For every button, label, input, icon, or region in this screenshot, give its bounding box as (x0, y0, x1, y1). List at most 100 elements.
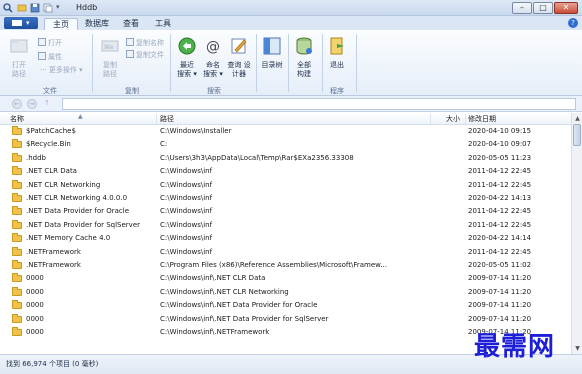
open-icon (38, 38, 46, 46)
table-row[interactable]: .hddb C:\Users\3h3\AppData\Local\Temp\Rar… (0, 152, 571, 165)
row-path: C:\Windows\inf (160, 220, 213, 229)
folder-icon (12, 126, 22, 135)
file-menu-button[interactable]: ▾ (4, 17, 38, 29)
column-header-size[interactable]: 大小 (446, 113, 460, 125)
row-name: 0000 (26, 287, 44, 296)
tab-view[interactable]: 查看 (116, 18, 146, 30)
copy-path-button[interactable]: Wa 复制 路径 (98, 36, 122, 79)
row-name: $Recycle.Bin (26, 140, 71, 149)
table-row[interactable]: .NETFramework C:\Program Files (x86)\Refe… (0, 259, 571, 272)
table-row[interactable]: .NETFramework C:\Windows\inf 2011-04-12 22… (0, 246, 571, 259)
up-arrow-icon[interactable]: ↑ (42, 99, 52, 109)
rebuild-all-button[interactable]: 全部 构建 (290, 36, 318, 79)
directory-tree-icon (263, 37, 281, 55)
search-app-icon (3, 3, 13, 13)
row-name: .NET CLR Data (26, 167, 77, 176)
table-row[interactable]: 0000 C:\Windows\inf\.NET CLR Data 2009-07-… (0, 272, 571, 285)
maximize-button[interactable]: □ (533, 2, 553, 14)
row-path: C:\Windows\inf (160, 247, 213, 256)
row-modified: 2011-04-12 22:45 (468, 247, 532, 256)
list-header: 名称 ▲ 路径 大小 修改日期 (0, 113, 571, 125)
row-modified: 2020-04-22 14:13 (468, 194, 532, 202)
table-row[interactable]: .NET CLR Networking C:\Windows\inf 2011-04… (0, 179, 571, 192)
watermark-text: 最需网 (474, 332, 556, 362)
row-modified: 2009-07-14 11:20 (468, 314, 532, 323)
row-name: .NET Memory Cache 4.0 (26, 234, 111, 243)
column-header-modified[interactable]: 修改日期 (468, 113, 496, 125)
open-button[interactable]: 打开 (38, 38, 62, 48)
table-row[interactable]: .NET CLR Data C:\Windows\inf 2011-04-12 22… (0, 165, 571, 178)
row-path: C:\Users\3h3\AppData\Local\Temp\Rar$EXa2… (160, 153, 354, 162)
table-row[interactable]: 0000 C:\Windows\inf\.NET Data Provider fo… (0, 313, 571, 326)
copy-name-button[interactable]: 复制名称 (126, 38, 164, 48)
recent-search-label-1: 最近 (180, 61, 194, 69)
folder-icon (12, 313, 22, 323)
table-row[interactable]: .NET Data Provider for SqlServer C:\Windo… (0, 219, 571, 232)
folder-icon (12, 219, 22, 229)
svg-text:Wa: Wa (104, 44, 114, 51)
row-modified: 2020-04-10 09:07 (468, 140, 532, 149)
table-row[interactable]: .NET Data Provider for Oracle C:\Windows\… (0, 205, 571, 218)
scroll-up-icon[interactable]: ▲ (573, 114, 582, 123)
close-button[interactable]: ✕ (554, 2, 578, 14)
row-modified: 2011-04-12 22:45 (468, 220, 532, 229)
folder-icon (12, 206, 22, 216)
open-file-quick-icon[interactable] (17, 3, 27, 13)
vertical-scrollbar[interactable]: ▲ ▼ (571, 113, 582, 354)
more-operations-button[interactable]: ··· 更多操作 ▾ (40, 66, 83, 75)
table-row[interactable]: $Recycle.Bin C: 2020-04-10 09:07 (0, 138, 571, 151)
directory-tree-button[interactable]: 目录树 (259, 36, 285, 70)
row-name: .NETFramework (26, 247, 81, 256)
table-row[interactable]: $PatchCache$ C:\Windows\Installer 2020-04-… (0, 125, 571, 138)
folder-icon (12, 327, 22, 336)
name-search-button[interactable]: @ 命名 搜索 ▾ (202, 36, 224, 79)
recent-search-icon (178, 37, 196, 55)
properties-label: 属性 (48, 53, 62, 61)
folder-icon (12, 166, 22, 176)
quick-access-dropdown-icon[interactable]: ▾ (56, 3, 60, 11)
query-designer-button[interactable]: 查询 设 计器 (226, 36, 252, 79)
column-divider[interactable] (465, 114, 466, 124)
properties-button[interactable]: 属性 (38, 52, 62, 62)
table-row[interactable]: 0000 C:\Windows\inf\.NET CLR Networking 20… (0, 286, 571, 299)
row-path: C:\Windows\Installer (160, 127, 232, 135)
save-quick-icon[interactable] (30, 3, 40, 13)
tab-tools[interactable]: 工具 (148, 18, 178, 30)
column-divider[interactable] (156, 114, 157, 124)
exit-button[interactable]: 退出 (326, 36, 348, 70)
name-search-label-2: 搜索 ▾ (203, 70, 223, 78)
tab-database[interactable]: 数据库 (80, 18, 114, 30)
minimize-button[interactable]: – (512, 2, 532, 14)
row-path: C:\Windows\inf\.NET CLR Networking (160, 287, 289, 296)
help-icon[interactable]: ? (568, 18, 578, 28)
column-header-name[interactable]: 名称 (10, 113, 24, 125)
table-row[interactable]: 0000 C:\Windows\inf\.NET Data Provider fo… (0, 299, 571, 312)
scrollbar-thumb[interactable] (573, 124, 581, 146)
folder-icon (12, 139, 22, 149)
database-icon (296, 37, 312, 55)
group-divider (170, 34, 171, 92)
ribbon-panel: 打开 路径 打开 属性 ··· 更多操作 ▾ 文件 Wa 复制 路径 复制名称 … (0, 30, 582, 96)
folder-icon (12, 246, 22, 256)
copy-file-button[interactable]: 复制文件 (126, 50, 164, 60)
address-input[interactable] (62, 98, 576, 110)
column-divider[interactable] (430, 114, 431, 124)
sort-ascending-icon: ▲ (78, 113, 83, 120)
open-path-button[interactable]: 打开 路径 (8, 36, 30, 79)
row-name: 0000 (26, 328, 44, 336)
tab-home[interactable]: 主页 (44, 18, 78, 30)
table-row[interactable]: .NET CLR Networking 4.0.0.0 C:\Windows\in… (0, 192, 571, 205)
table-row[interactable]: .NET Memory Cache 4.0 C:\Windows\inf 2020-… (0, 232, 571, 245)
window-title: Hddb (76, 3, 98, 12)
forward-arrow-icon[interactable]: → (27, 99, 37, 109)
copy-path-label-1: 复制 (103, 61, 117, 69)
row-name: 0000 (26, 314, 44, 323)
row-name: .NET CLR Networking (26, 180, 101, 189)
copy-quick-icon[interactable] (43, 3, 53, 13)
address-bar: ← → ↑ (0, 96, 582, 112)
back-arrow-icon[interactable]: ← (12, 99, 22, 109)
recent-search-button[interactable]: 最近 搜索 ▾ (174, 36, 200, 79)
folder-icon (12, 260, 22, 269)
column-header-path[interactable]: 路径 (160, 113, 174, 125)
scroll-down-icon[interactable]: ▼ (573, 344, 582, 353)
